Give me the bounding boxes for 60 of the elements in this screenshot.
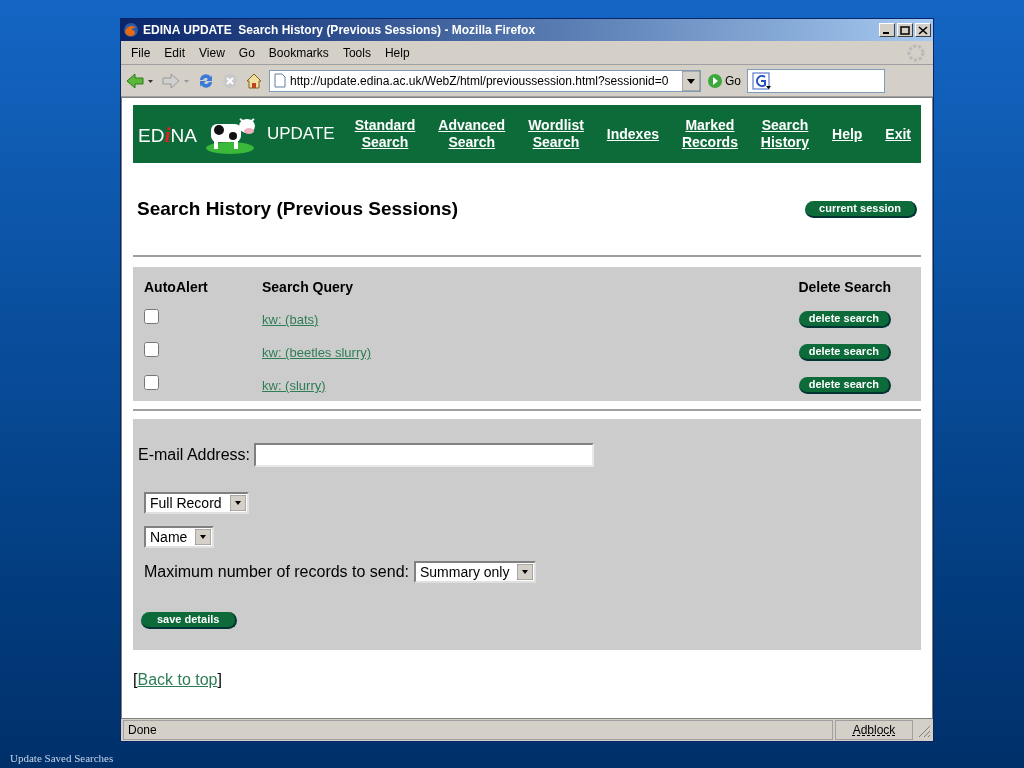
save-details-button[interactable]: save details — [141, 612, 238, 629]
adblock-label[interactable]: Adblock — [835, 720, 913, 740]
back-to-top-text: [Back to top] — [133, 670, 223, 690]
caret-icon — [517, 564, 534, 580]
menu-item[interactable]: Help — [378, 43, 416, 62]
reload-icon[interactable] — [197, 71, 215, 90]
autoalert-checkbox[interactable] — [144, 342, 159, 357]
format-select[interactable]: Full Record — [144, 492, 249, 514]
nav-link[interactable]: Indexes — [606, 125, 659, 143]
caret-icon — [229, 495, 246, 511]
column-header: Delete Search — [798, 278, 891, 297]
back-to-top-link[interactable]: Back to top — [137, 671, 218, 688]
menu-item[interactable]: Go — [232, 43, 261, 62]
product-name: UPDATE — [266, 123, 335, 146]
delete-search-button[interactable]: delete search — [798, 376, 891, 394]
back-arrow-icon[interactable] — [125, 71, 155, 90]
page-heading: Search History (Previous Sessions) — [137, 196, 458, 221]
column-header: Search Query — [262, 278, 355, 297]
maximize-icon[interactable] — [897, 23, 913, 37]
menu-item[interactable]: Edit — [158, 43, 192, 62]
delete-search-button[interactable]: delete search — [798, 310, 891, 328]
status-text: Done — [123, 720, 833, 740]
email-label: E-mail Address: — [138, 445, 251, 465]
address-field[interactable]: http://update.edina.ac.uk/WebZ/html/previoussession.html?sessionid=0 — [269, 69, 701, 92]
email-field[interactable] — [254, 443, 595, 467]
fox-globe-icon — [123, 22, 139, 38]
search-field[interactable] — [747, 68, 885, 93]
minimize-icon[interactable] — [879, 23, 895, 37]
current-session-button[interactable]: current session — [805, 200, 917, 218]
nav-link[interactable]: Standard Search — [354, 117, 416, 151]
autoalert-checkbox[interactable] — [144, 375, 159, 390]
window-title: EDINA UPDATE Search History (Previous Sessions) - Mozilla Firefox — [143, 22, 537, 39]
edina-logo: EDiNA — [138, 120, 197, 149]
nav-link[interactable]: Marked Records — [681, 117, 738, 151]
address-text: http://update.edina.ac.uk/WebZ/html/previoussession.html?sessionid=0 — [290, 72, 670, 90]
max-records-select[interactable]: Summary only — [414, 561, 537, 583]
page-icon — [274, 73, 286, 88]
go-label[interactable]: Go — [725, 71, 741, 90]
slide-caption: Update Saved Searches — [10, 751, 115, 766]
menu-item[interactable]: Bookmarks — [262, 43, 335, 62]
column-header: AutoAlert — [144, 278, 209, 297]
menu-item[interactable]: File — [125, 43, 157, 62]
nav-link[interactable]: Exit — [885, 125, 911, 143]
g-logo-icon — [752, 71, 772, 90]
nav-link[interactable]: Wordlist Search — [528, 117, 584, 151]
caret-icon — [682, 70, 700, 91]
nav-link[interactable]: Help — [832, 125, 863, 143]
delete-search-button[interactable]: delete search — [798, 343, 891, 361]
go-icon[interactable] — [707, 72, 723, 89]
menu-item[interactable]: Tools — [336, 43, 377, 62]
max-records-label: Maximum number of records to send: — [144, 562, 409, 582]
nav-link[interactable]: Advanced Search — [438, 117, 506, 151]
nav-link[interactable]: Search History — [760, 117, 810, 151]
menu-item[interactable]: View — [193, 43, 231, 62]
throbber-icon — [907, 43, 925, 62]
home-icon[interactable] — [245, 71, 263, 90]
caret-icon — [195, 529, 212, 545]
sort-select[interactable]: Name — [144, 526, 215, 548]
close-icon[interactable] — [915, 23, 931, 37]
autoalert-checkbox[interactable] — [144, 309, 159, 324]
